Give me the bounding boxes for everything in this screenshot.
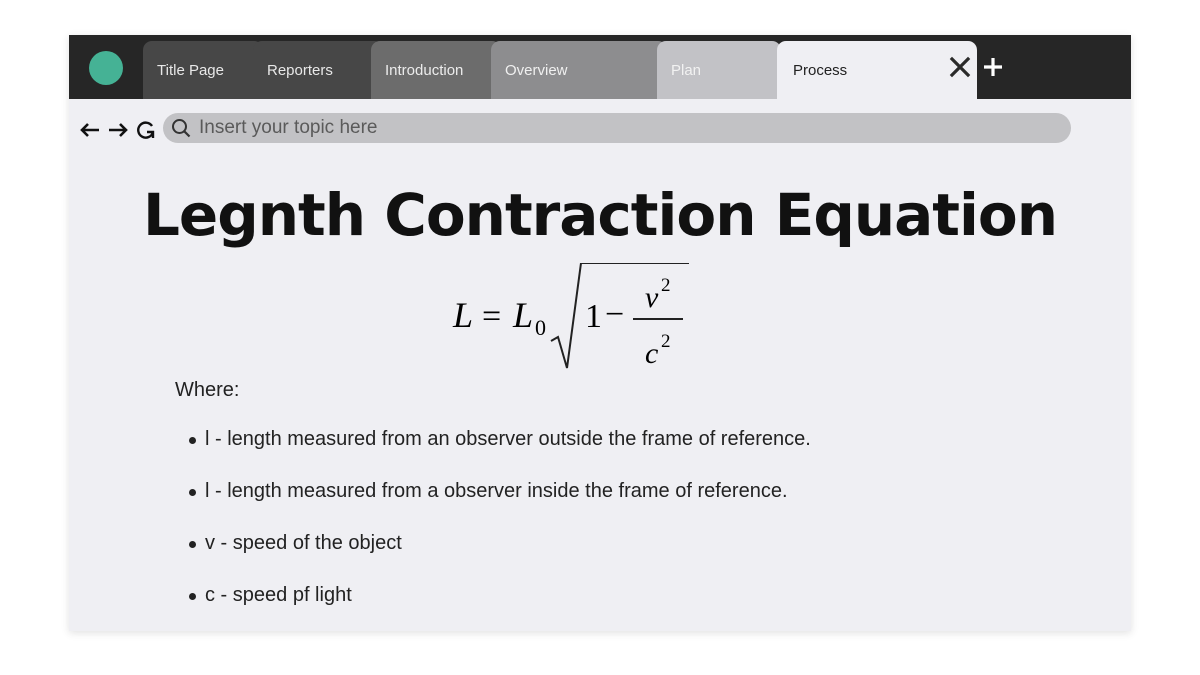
arrow-left-icon[interactable] bbox=[79, 120, 101, 140]
tab-label: Plan bbox=[671, 61, 702, 79]
list-item: l - length measured from an observer out… bbox=[187, 413, 811, 465]
tab-label: Reporters bbox=[267, 61, 333, 79]
browser-window: Title Page Reporters Introduction Overvi… bbox=[69, 35, 1131, 631]
length-contraction-equation: L = L 0 1 − v 2 c 2 bbox=[452, 263, 689, 370]
tab-plan[interactable]: Plan bbox=[657, 41, 781, 99]
plus-icon[interactable] bbox=[980, 54, 1006, 80]
tab-label: Overview bbox=[505, 61, 568, 79]
arrow-right-icon[interactable] bbox=[107, 120, 129, 140]
topic-search-input[interactable] bbox=[199, 113, 799, 143]
reload-icon[interactable] bbox=[135, 120, 157, 140]
eq-numerator-exp: 2 bbox=[661, 275, 671, 296]
tab-label: Title Page bbox=[157, 61, 224, 79]
eq-minus: − bbox=[605, 296, 624, 333]
eq-denominator-exp: 2 bbox=[661, 331, 671, 352]
eq-lhs: L bbox=[452, 295, 473, 335]
variable-definitions-list: l - length measured from an observer out… bbox=[187, 413, 811, 621]
app-logo[interactable] bbox=[89, 51, 123, 85]
close-icon[interactable] bbox=[947, 54, 973, 80]
list-item: l - length measured from a observer insi… bbox=[187, 465, 811, 517]
list-item: v - speed of the object bbox=[187, 517, 811, 569]
eq-base: L bbox=[512, 295, 533, 335]
where-label: Where: bbox=[175, 379, 240, 401]
tab-introduction[interactable]: Introduction bbox=[371, 41, 501, 99]
eq-equals: = bbox=[482, 298, 501, 335]
eq-numerator: v bbox=[645, 281, 659, 314]
navigation-bar bbox=[69, 99, 1131, 155]
list-item: c - speed pf light bbox=[187, 569, 811, 621]
eq-one: 1 bbox=[585, 298, 602, 335]
tab-reporters[interactable]: Reporters bbox=[253, 41, 383, 99]
tab-label: Process bbox=[793, 61, 848, 79]
tab-title-page[interactable]: Title Page bbox=[143, 41, 263, 99]
tab-label: Introduction bbox=[385, 61, 464, 79]
page-title: Legnth Contraction Equation bbox=[142, 181, 1058, 249]
search-icon bbox=[172, 119, 191, 138]
tab-overview[interactable]: Overview bbox=[491, 41, 667, 99]
eq-base-subscript: 0 bbox=[535, 315, 546, 340]
tab-bar: Title Page Reporters Introduction Overvi… bbox=[69, 35, 1131, 99]
eq-denominator: c bbox=[645, 337, 658, 370]
address-bar[interactable] bbox=[163, 113, 1071, 143]
